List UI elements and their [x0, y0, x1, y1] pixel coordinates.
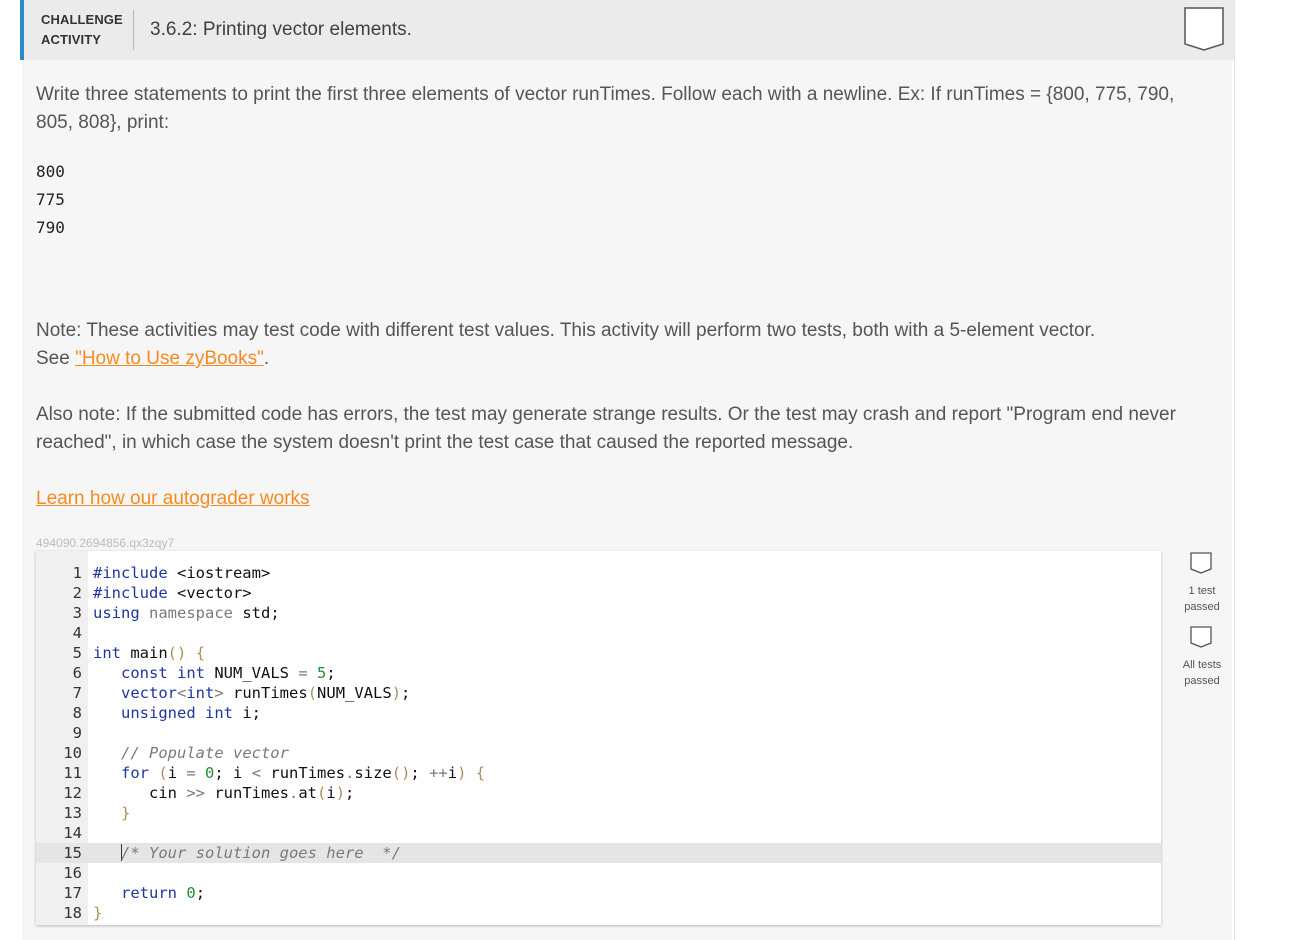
line-number: 2 [72, 584, 82, 602]
sample-output-line: 775 [36, 190, 65, 209]
code-line[interactable]: 13 } [36, 803, 1161, 823]
line-number: 10 [63, 744, 82, 762]
code-line[interactable]: 12 cin >> runTimes.at(i); [36, 783, 1161, 803]
test-status-label: 1 test passed [1184, 585, 1220, 613]
header-divider [133, 10, 134, 50]
activity-title: 3.6.2: Printing vector elements. [150, 19, 412, 40]
code-line[interactable]: 1 #include <iostream> [36, 563, 1161, 583]
line-number: 13 [63, 804, 82, 822]
code-line[interactable]: 6 const int NUM_VALS = 5; [36, 663, 1161, 683]
code-line[interactable]: 8 unsigned int i; [36, 703, 1161, 723]
code-line[interactable]: 17 return 0; [36, 883, 1161, 903]
line-number: 14 [63, 824, 82, 842]
line-number: 6 [72, 664, 82, 682]
note-period: . [263, 348, 270, 369]
sample-output: 800 775 790 [36, 158, 65, 242]
autograder-link[interactable]: Learn how our autograder works [36, 488, 310, 509]
code-line[interactable]: 5 int main() { [36, 643, 1161, 663]
instructions-text: Write three statements to print the firs… [36, 84, 1175, 133]
sample-output-line: 790 [36, 218, 65, 237]
code-line[interactable]: 3 using namespace std; [36, 603, 1161, 623]
note-text: Note: These activities may test code wit… [36, 317, 1186, 373]
line-number: 18 [63, 904, 82, 922]
how-to-use-zybooks-link[interactable]: "How to Use zyBooks" [75, 348, 264, 369]
test-status-checkbox-icon [1190, 552, 1212, 574]
sample-output-line: 800 [36, 162, 65, 181]
code-line[interactable]: 18} [36, 903, 1161, 923]
code-line[interactable]: 9 [36, 723, 1161, 743]
all-tests-status-label: All tests passed [1182, 659, 1222, 687]
line-number: 5 [72, 644, 82, 662]
code-line[interactable]: 4 [36, 623, 1161, 643]
line-number: 4 [72, 624, 82, 642]
code-area[interactable]: 1 #include <iostream> 2 #include <vector> … [36, 563, 1161, 923]
code-line[interactable]: 2 #include <vector> [36, 583, 1161, 603]
code-line[interactable]: 7 vector<int> runTimes(NUM_VALS); [36, 683, 1161, 703]
activity-type-label-line2: ACTIVITY [41, 32, 102, 47]
line-number: 12 [63, 784, 82, 802]
code-editor[interactable]: 1 #include <iostream> 2 #include <vector> … [36, 551, 1161, 925]
code-line[interactable]: 10 // Populate vector [36, 743, 1161, 763]
line-number: 15 [63, 844, 82, 862]
code-line[interactable]: 11 for (i = 0; i < runTimes.size(); ++i)… [36, 763, 1161, 783]
line-number: 17 [63, 884, 82, 902]
line-number: 11 [63, 764, 82, 782]
activity-header: CHALLENGE ACTIVITY 3.6.2: Printing vecto… [20, 0, 1234, 60]
line-number: 16 [63, 864, 82, 882]
also-note-text: Also note: If the submitted code has err… [36, 404, 1176, 453]
autograder-paragraph: Learn how our autograder works [36, 485, 1186, 513]
code-line[interactable]: 16 [36, 863, 1161, 883]
line-number: 1 [72, 564, 82, 582]
completion-badge-icon [1184, 7, 1224, 51]
line-number: 9 [72, 724, 82, 742]
activity-type-label-line1: CHALLENGE [41, 12, 123, 27]
line-number: 7 [72, 684, 82, 702]
code-line-active[interactable]: 15 /* Your solution goes here */ [36, 843, 1161, 863]
note-sentence: Note: These activities may test code wit… [36, 320, 1096, 341]
note-see: See [36, 348, 76, 369]
line-number: 8 [72, 704, 82, 722]
line-number: 3 [72, 604, 82, 622]
code-line[interactable]: 14 [36, 823, 1161, 843]
activity-id: 494090.2694856.qx3zqy7 [36, 536, 175, 550]
all-tests-status-checkbox-icon [1190, 626, 1212, 648]
